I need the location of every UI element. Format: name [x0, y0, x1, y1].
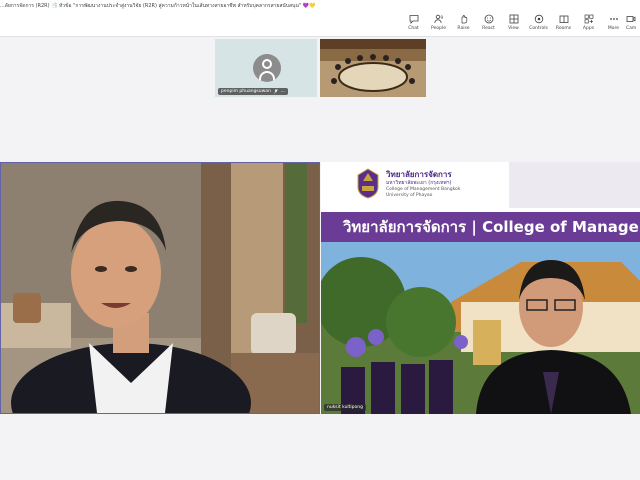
chat-label: Chat — [408, 26, 419, 31]
rooms-button[interactable]: Rooms — [551, 14, 576, 36]
university-logo-icon — [357, 168, 379, 199]
participant-tile-speaker[interactable] — [0, 162, 320, 414]
rooms-icon — [559, 15, 568, 23]
camera-icon — [626, 16, 636, 22]
controls-label: Controls — [529, 26, 548, 31]
svg-text:9: 9 — [440, 15, 443, 20]
view-icon — [509, 14, 518, 24]
more-icon — [609, 18, 618, 20]
people-button[interactable]: 9 People — [426, 14, 451, 36]
avatar — [253, 54, 281, 82]
controls-button[interactable]: Controls — [526, 14, 551, 36]
presenter-video: nuksit kultipong — [321, 242, 640, 414]
raise-label: Raise — [457, 26, 470, 31]
meeting-title: ...ลัยการจัดการ (R2R) 📑 หัวข้อ "การพัฒนา… — [0, 3, 316, 9]
college-name-english: College of Management Bangkok — [386, 187, 461, 192]
people-label: People — [431, 26, 446, 31]
view-label: View — [508, 26, 519, 31]
campus-background — [321, 242, 640, 414]
more-label: More — [607, 26, 620, 31]
meeting-toolbar: ...ลัยการจัดการ (R2R) 📑 หัวข้อ "การพัฒนา… — [0, 0, 640, 37]
apps-icon — [584, 14, 593, 24]
react-button[interactable]: React — [476, 14, 501, 36]
meeting-controls: Chat 9 People Raise React View Controls … — [401, 14, 640, 36]
participant-tile-room[interactable] — [320, 39, 426, 97]
react-icon — [484, 14, 493, 24]
meeting-room-video — [320, 39, 426, 97]
participant-tile-presenter[interactable]: วิทยาลัยการจัดการ มหาวิทยาลัยพะเยา (กรุง… — [321, 162, 640, 414]
react-label: React — [482, 26, 495, 31]
rooms-label: Rooms — [555, 26, 572, 31]
university-name-english: University of Phayao — [386, 193, 433, 198]
people-icon: 9 — [433, 14, 443, 24]
empty-stage-area — [0, 415, 640, 480]
participant-name: penpim phuangsuwan — [221, 89, 271, 94]
camera-label: Cam — [626, 26, 637, 31]
meeting-stage: penpim phuangsuwan ··· วิทยาลัยการจัดการ… — [0, 37, 640, 480]
apps-label: Apps — [582, 26, 595, 31]
participant-name-tag: penpim phuangsuwan ··· — [218, 88, 288, 95]
speaker-video — [1, 163, 319, 413]
apps-button[interactable]: Apps — [576, 14, 601, 36]
college-banner: วิทยาลัยการจัดการ | College of Managemen… — [321, 212, 640, 242]
view-button[interactable]: View — [501, 14, 526, 36]
more-button[interactable]: More — [601, 14, 626, 36]
slide-background — [509, 162, 640, 208]
college-logo-block: วิทยาลัยการจัดการ มหาวิทยาลัยพะเยา (กรุง… — [351, 164, 509, 204]
participant-name-tag: nuksit kultipong — [324, 404, 367, 411]
chat-icon — [409, 15, 418, 24]
participant-tile-penpim[interactable]: penpim phuangsuwan ··· — [215, 39, 317, 97]
mic-muted-icon — [274, 89, 278, 94]
raise-hand-icon — [461, 15, 467, 24]
controls-icon — [534, 14, 543, 24]
chat-button[interactable]: Chat — [401, 14, 426, 36]
university-name-thai: มหาวิทยาลัยพะเยา (กรุงเทพฯ) — [386, 180, 452, 186]
camera-button[interactable]: Cam — [626, 14, 640, 36]
raise-button[interactable]: Raise — [451, 14, 476, 36]
more-icon[interactable]: ··· — [281, 89, 285, 94]
